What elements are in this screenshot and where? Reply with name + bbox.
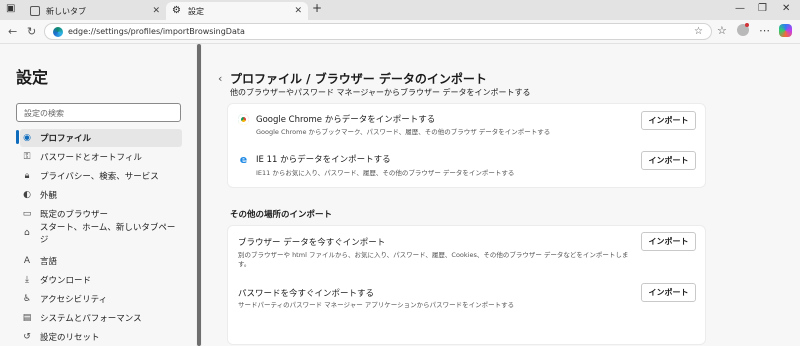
sidebar-item-language[interactable]: A 言語	[20, 252, 182, 270]
system-icon: ▤	[22, 313, 32, 323]
close-window-icon[interactable]: ✕	[782, 3, 790, 14]
import-card-browsers: Google Chrome からデータをインポートする Google Chrom…	[228, 104, 705, 187]
row-title: Google Chrome からデータをインポートする	[256, 115, 436, 125]
row-description: 別のブラウザーや html ファイルから、お気に入り、パスワード、履歴、Cook…	[238, 251, 629, 268]
sidebar-item-label: 設定のリセット	[40, 333, 100, 343]
section-title: プロファイル / ブラウザー データのインポート	[230, 72, 487, 86]
minimize-icon[interactable]: —	[735, 3, 745, 14]
sidebar-item-accessibility[interactable]: ♿︎ アクセシビリティ	[20, 290, 182, 308]
tab-bar: ▣ 新しいタブ ✕ ⚙ 設定 ✕ + — ❐ ✕	[0, 0, 800, 20]
chrome-icon	[238, 114, 249, 125]
row-description: IE11 からお気に入り、パスワード、履歴、その他のブラウザー データをインポー…	[256, 169, 515, 177]
lock-icon: 🔒︎	[24, 171, 30, 181]
row-title: ブラウザー データを今すぐインポート	[238, 238, 386, 248]
favorites-icon[interactable]: ☆	[717, 24, 727, 37]
scrollbar-thumb[interactable]	[197, 44, 201, 346]
search-input[interactable]: 設定の検索	[16, 103, 181, 122]
favorite-star-icon[interactable]: ☆	[694, 26, 703, 37]
sidebar-item-label: スタート、ホーム、新しいタブページ	[39, 223, 176, 245]
sidebar-item-label: 既定のブラウザー	[40, 210, 109, 220]
page-title: 設定	[16, 68, 49, 87]
accessibility-icon: ♿︎	[22, 294, 32, 304]
sidebar-item-label: プロファイル	[40, 134, 92, 144]
sidebar-item-privacy[interactable]: 🔒︎ プライバシー、検索、サービス	[20, 167, 182, 185]
download-icon: ⤓	[25, 275, 29, 285]
back-arrow-icon[interactable]: ←	[8, 25, 17, 38]
notification-dot	[745, 23, 749, 27]
sidebar-item-appearance[interactable]: ◐ 外観	[20, 186, 182, 204]
list-item: ブラウザー データを今すぐインポート 別のブラウザーや html ファイルから、…	[228, 226, 705, 282]
import-ie-button[interactable]: インポート	[641, 151, 696, 170]
sidebar-item-system[interactable]: ▤ システムとパフォーマンス	[20, 309, 182, 327]
import-card-other: ブラウザー データを今すぐインポート 別のブラウザーや html ファイルから、…	[228, 226, 705, 344]
palette-icon: ◐	[23, 190, 31, 200]
profile-icon: ◉	[23, 133, 31, 143]
active-indicator	[16, 130, 19, 144]
row-title: IE 11 からデータをインポートする	[256, 155, 391, 165]
sidebar-item-label: 外観	[40, 191, 58, 201]
list-item: Google Chrome からデータをインポートする Google Chrom…	[228, 104, 705, 145]
more-icon[interactable]: ⋯	[759, 24, 770, 37]
import-browser-data-button[interactable]: インポート	[641, 232, 696, 251]
tab-label: 新しいタブ	[46, 6, 86, 16]
browser-icon: ▭	[22, 209, 32, 219]
row-description: サードパーティのパスワード マネージャー アプリケーションからパスワードをインポ…	[238, 301, 515, 309]
tab-label: 設定	[188, 6, 204, 16]
gear-icon: ⚙	[172, 5, 181, 16]
list-item: e IE 11 からデータをインポートする IE11 からお気に入り、パスワード…	[228, 145, 705, 187]
address-bar[interactable]: edge://settings/profiles/importBrowsingD…	[44, 23, 712, 40]
sidebar-item-label: アクセシビリティ	[40, 295, 108, 305]
sidebar-item-profile[interactable]: ◉ プロファイル	[20, 129, 182, 147]
sidebar-item-label: ダウンロード	[40, 276, 92, 286]
row-description: Google Chrome からブックマーク、パスワード、履歴、その他のブラウザ…	[256, 128, 551, 136]
sidebar-item-label: プライバシー、検索、サービス	[40, 172, 159, 182]
sidebar: 設定 設定の検索 ◉ プロファイル ⚿ パスワードとオートフィル 🔒︎ プライバシー、…	[0, 44, 196, 346]
sidebar-item-passwords[interactable]: ⚿ パスワードとオートフィル	[20, 148, 182, 166]
import-chrome-button[interactable]: インポート	[641, 111, 696, 130]
new-tab-button[interactable]: +	[312, 1, 322, 15]
toolbar: ← ↻ edge://settings/profiles/importBrows…	[0, 20, 800, 44]
url-text: edge://settings/profiles/importBrowsingD…	[68, 27, 245, 36]
restore-icon[interactable]: ❐	[758, 3, 767, 14]
new-tab-page-icon	[30, 6, 40, 16]
sidebar-item-label: システムとパフォーマンス	[40, 314, 142, 324]
row-title: パスワードを今すぐインポートする	[238, 289, 375, 299]
import-passwords-button[interactable]: インポート	[641, 283, 696, 302]
section-heading: その他の場所のインポート	[230, 210, 333, 220]
close-icon[interactable]: ✕	[294, 6, 302, 16]
sidebar-item-reset[interactable]: ↺ 設定のリセット	[20, 328, 182, 346]
sidebar-item-start-home[interactable]: ⌂ スタート、ホーム、新しいタブページ	[20, 223, 182, 245]
sidebar-item-label: 言語	[40, 257, 58, 267]
tab-settings[interactable]: ⚙ 設定 ✕	[166, 2, 308, 20]
key-icon: ⚿	[23, 152, 31, 162]
sidebar-item-downloads[interactable]: ⤓ ダウンロード	[20, 271, 182, 289]
main-content: ‹ プロファイル / ブラウザー データのインポート 他のブラウザーやパスワード…	[202, 44, 800, 346]
language-icon: A	[23, 256, 31, 266]
home-icon: ⌂	[24, 228, 30, 238]
copilot-icon[interactable]	[779, 24, 792, 37]
tab-new-tab[interactable]: 新しいタブ ✕	[24, 2, 166, 20]
reset-icon: ↺	[23, 332, 31, 342]
close-icon[interactable]: ✕	[152, 6, 160, 16]
ie-icon: e	[238, 153, 249, 166]
list-item: パスワードを今すぐインポートする サードパーティのパスワード マネージャー アプ…	[228, 282, 705, 344]
sidebar-item-label: パスワードとオートフィル	[40, 153, 142, 163]
edge-icon	[53, 26, 63, 37]
back-chevron-icon[interactable]: ‹	[218, 72, 222, 85]
tab-actions-icon[interactable]: ▣	[6, 3, 15, 14]
refresh-icon[interactable]: ↻	[27, 25, 36, 38]
section-subtitle: 他のブラウザーやパスワード マネージャーからブラウザー データをインポートする	[230, 88, 531, 97]
